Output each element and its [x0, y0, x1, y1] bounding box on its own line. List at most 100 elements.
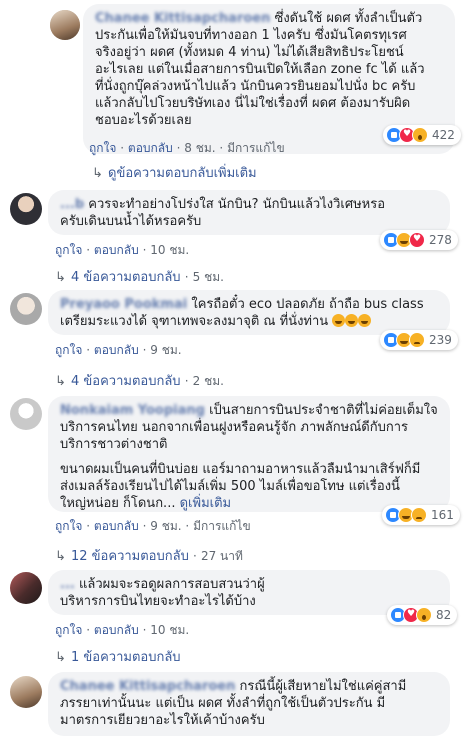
- replies-time: 27 นาที: [200, 549, 243, 563]
- reply-button[interactable]: ตอบกลับ: [94, 343, 139, 357]
- view-more-replies-link[interactable]: ↳ ดูข้อความตอบกลับเพิ่มเติม: [92, 162, 257, 183]
- avatar-photo: [10, 193, 42, 225]
- comment-actions: ถูกใจ · ตอบกลับ · 10 ชม.: [55, 621, 189, 640]
- laughing-emoji-icon: [332, 314, 346, 327]
- like-button[interactable]: ถูกใจ: [55, 343, 82, 357]
- replies-count-label[interactable]: 12 ข้อความตอบกลับ: [71, 549, 189, 564]
- comment-author[interactable]: Nonkaiam Yoopiang: [60, 403, 205, 418]
- comment-time[interactable]: 9 ชม.: [150, 343, 181, 357]
- avatar[interactable]: [50, 10, 80, 40]
- comment-author[interactable]: Chanee Kittisapcharoen: [95, 11, 270, 26]
- reply-arrow-icon: ↳: [55, 374, 66, 389]
- comment-actions: ถูกใจ · ตอบกลับ · 9 ชม.: [55, 341, 182, 360]
- comment-text-line: บริการคนไทย นอกจากเพื่อนฝูงหรือคนรู้จัก …: [60, 420, 409, 435]
- replies-time: 2 ชม.: [192, 374, 224, 388]
- replies-link[interactable]: ↳ 4 ข้อความตอบกลับ · 5 ชม.: [55, 266, 224, 287]
- separator: ·: [86, 623, 91, 637]
- separator: ·: [192, 549, 197, 563]
- like-button[interactable]: ถูกใจ: [55, 243, 82, 257]
- comment-text-line: เป็นสายการบินประจำชาติที่ไม่ค่อยเต็มใจ: [209, 403, 438, 418]
- reply-button[interactable]: ตอบกลับ: [128, 141, 173, 155]
- reaction-summary[interactable]: 422: [383, 125, 461, 145]
- comment-text-line: ภรรยาเท่านั้นนะ แต่เป็น ผดศ ทั้งลำที่ถูก…: [60, 696, 386, 711]
- reaction-count: 239: [429, 333, 452, 347]
- see-more-link[interactable]: ดูเพิ่มเติม: [180, 496, 231, 511]
- reaction-summary[interactable]: 278: [380, 230, 458, 250]
- replies-link[interactable]: ↳ 1 ข้อความตอบกลับ: [55, 646, 181, 667]
- avatar[interactable]: [10, 572, 42, 604]
- comment-bubble: Preyaoo Pookmai ใครถือตั๋ว eco ปลอดภัย ถ…: [48, 290, 450, 335]
- avatar[interactable]: [10, 676, 42, 708]
- comment-text-line: บริการชาวต่างชาติ: [60, 437, 168, 452]
- avatar-photo: [50, 10, 80, 40]
- comment-text-line: ที่นั่งถูกบุ๊คล่วงหน้าไปแล้ว นักบินควรยิ…: [95, 79, 416, 94]
- comment-text-line: ใหญ่หน่อย ก็โดนก...: [60, 496, 176, 511]
- comment-actions: ถูกใจ · ตอบกลับ · 10 ชม.: [55, 241, 189, 260]
- avatar-photo: [10, 572, 42, 604]
- reply-button[interactable]: ตอบกลับ: [94, 243, 139, 257]
- comment-text-line: จริงอยู่ว่า ผดศ (ทั้งหมด 4 ท่าน) ไม่ได้เ…: [95, 45, 404, 60]
- comment-text-line: ใครถือตั๋ว eco ปลอดภัย ถ้าถือ bus class: [191, 297, 424, 312]
- comment-author[interactable]: Preyaoo Pookmai: [60, 297, 187, 312]
- like-button[interactable]: ถูกใจ: [55, 623, 82, 637]
- reply-arrow-icon: ↳: [55, 270, 66, 285]
- separator: ·: [86, 243, 91, 257]
- comment-text-line: กรณีนี้ผู้เสียหายไม่ใช่แค่คู่สามี: [239, 679, 407, 694]
- edited-label: มีการแก้ไข: [193, 519, 251, 533]
- comment-text-line: บริหารการบินไทยจะทำอะไรได้บ้าง: [60, 594, 256, 609]
- comment-actions: ถูกใจ · ตอบกลับ · 8 ชม. · มีการแก้ไข: [89, 139, 285, 158]
- comment-time[interactable]: 8 ชม.: [184, 141, 215, 155]
- separator: ·: [176, 141, 181, 155]
- reply-button[interactable]: ตอบกลับ: [94, 623, 139, 637]
- sad-icon: [411, 507, 427, 523]
- sad-icon: [409, 332, 425, 348]
- comment-author[interactable]: ...: [60, 577, 75, 592]
- comment-time[interactable]: 9 ชม.: [150, 519, 181, 533]
- comment-time[interactable]: 10 ชม.: [150, 243, 189, 257]
- avatar-photo: [10, 293, 42, 325]
- reply-arrow-icon: ↳: [55, 549, 66, 564]
- reaction-count: 422: [432, 128, 455, 142]
- like-button[interactable]: ถูกใจ: [55, 519, 82, 533]
- comment-text-line: ส่งเมลล์ร้องเรียนไปได้ไมล์เพิ่ม 500 ไมล์…: [60, 479, 400, 494]
- reaction-summary[interactable]: 239: [380, 330, 458, 350]
- reaction-count: 278: [429, 233, 452, 247]
- separator: ·: [142, 343, 147, 357]
- separator: ·: [185, 519, 190, 533]
- separator: ·: [86, 343, 91, 357]
- reaction-summary[interactable]: 82: [387, 605, 458, 625]
- comment-time[interactable]: 10 ชม.: [150, 623, 189, 637]
- avatar[interactable]: [10, 398, 42, 430]
- replies-count-label[interactable]: 1 ข้อความตอบกลับ: [71, 650, 181, 665]
- reply-arrow-icon: ↳: [55, 650, 66, 665]
- comment-bubble: Nonkaiam Yoopiang เป็นสายการบินประจำชาติ…: [48, 396, 450, 512]
- comment-text-line: ควรจะทำอย่างโปร่งใส นักบิน? นักบินแล้วไง…: [88, 197, 386, 212]
- view-more-replies-label[interactable]: ดูข้อความตอบกลับเพิ่มเติม: [108, 166, 257, 181]
- comment-author[interactable]: ...b: [60, 197, 84, 212]
- reply-button[interactable]: ตอบกลับ: [94, 519, 139, 533]
- comment-author[interactable]: Chanee Kittisapcharoen: [60, 679, 235, 694]
- comment-text-line: ขนาดผมเป็นคนที่บินบ่อย แอร์มาถามอาหารแล้…: [60, 462, 421, 477]
- reply-arrow-icon: ↳: [92, 166, 103, 181]
- separator: ·: [184, 374, 189, 388]
- laughing-emoji-icon: [358, 314, 372, 327]
- replies-link[interactable]: ↳ 4 ข้อความตอบกลับ · 2 ชม.: [55, 370, 224, 391]
- separator: ·: [142, 243, 147, 257]
- love-icon: [409, 232, 425, 248]
- separator: ·: [86, 519, 91, 533]
- edited-label: มีการแก้ไข: [227, 141, 285, 155]
- comment-text-line: เตรียมระแวงได้ จุฑาเทพจะลงมาจุติ ณ ที่นั…: [60, 314, 329, 329]
- replies-count-label[interactable]: 4 ข้อความตอบกลับ: [71, 374, 181, 389]
- separator: ·: [184, 270, 189, 284]
- replies-count-label[interactable]: 4 ข้อความตอบกลับ: [71, 270, 181, 285]
- comment-text-line: อะไรเลย แต่ในเมื่อสายการบินเปิดให้เลือก …: [95, 62, 425, 77]
- like-button[interactable]: ถูกใจ: [89, 141, 116, 155]
- replies-link[interactable]: ↳ 12 ข้อความตอบกลับ · 27 นาที: [55, 545, 243, 566]
- avatar[interactable]: [10, 193, 42, 225]
- avatar[interactable]: [10, 293, 42, 325]
- comment-text-line: มาตรการเยียวยาอะไรให้เค้าบ้างครับ: [60, 713, 265, 728]
- avatar-photo: [10, 398, 42, 430]
- reaction-summary[interactable]: 161: [382, 505, 460, 525]
- comment-text-line: แล้วกลับไปโวยบริษัทเอง นี่ไม่ใช่เรื่องที…: [95, 96, 411, 111]
- separator: ·: [219, 141, 224, 155]
